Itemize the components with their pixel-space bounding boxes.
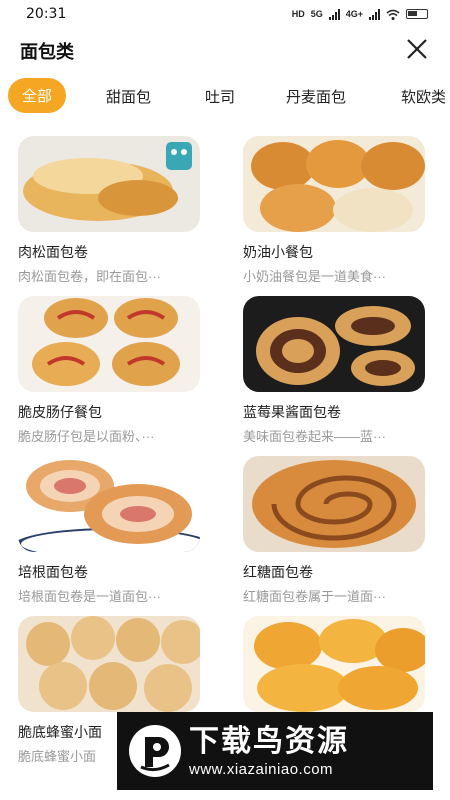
status-icons: HD 5G 4G+ bbox=[291, 8, 428, 20]
bird-logo-icon bbox=[129, 725, 181, 777]
recipe-card[interactable] bbox=[243, 616, 425, 712]
recipe-image bbox=[18, 456, 200, 552]
recipe-image bbox=[18, 616, 200, 712]
recipe-image bbox=[243, 616, 425, 712]
recipe-desc: 小奶油餐包是一道美食··· bbox=[243, 269, 386, 284]
recipe-title: 蓝莓果酱面包卷 bbox=[243, 404, 341, 420]
recipe-title: 红糖面包卷 bbox=[243, 564, 313, 580]
tab-sweet-bread[interactable]: 甜面包 bbox=[106, 86, 151, 107]
recipe-title: 培根面包卷 bbox=[18, 564, 88, 580]
5g-indicator: 5G bbox=[310, 9, 323, 19]
recipe-desc: 肉松面包卷，即在面包··· bbox=[18, 269, 161, 284]
status-time: 20:31 bbox=[26, 6, 67, 22]
tab-danish[interactable]: 丹麦面包 bbox=[286, 86, 346, 107]
close-icon[interactable] bbox=[404, 36, 430, 62]
signal-icon bbox=[328, 8, 340, 20]
category-tabs: 全部 甜面包 吐司 丹麦面包 软欧类 bbox=[0, 76, 450, 114]
watermark-banner: 下载鸟资源 www.xiazainiao.com bbox=[117, 712, 433, 790]
recipe-title: 奶油小餐包 bbox=[243, 244, 313, 260]
recipe-image bbox=[243, 136, 425, 232]
status-bar: 20:31 HD 5G 4G+ bbox=[0, 0, 450, 28]
recipe-desc: 脆皮肠仔包是以面粉、··· bbox=[18, 429, 155, 444]
recipe-image bbox=[243, 456, 425, 552]
recipe-card[interactable]: 红糖面包卷 红糖面包卷属于一道面··· bbox=[243, 456, 425, 605]
recipe-image bbox=[243, 296, 425, 392]
recipe-card[interactable]: 肉松面包卷 肉松面包卷，即在面包··· bbox=[18, 136, 200, 285]
watermark-url: www.xiazainiao.com bbox=[189, 760, 334, 778]
battery-icon bbox=[406, 9, 428, 19]
recipe-title: 肉松面包卷 bbox=[18, 244, 88, 260]
recipe-image bbox=[18, 296, 200, 392]
recipe-desc: 培根面包卷是一道面包··· bbox=[18, 589, 161, 604]
header: 面包类 bbox=[0, 28, 450, 72]
wifi-icon bbox=[386, 9, 400, 20]
tab-soft-european[interactable]: 软欧类 bbox=[401, 86, 446, 107]
signal-icon-2 bbox=[369, 8, 380, 20]
watermark-brand: 下载鸟资源 bbox=[189, 724, 349, 758]
hd-indicator: HD bbox=[291, 9, 305, 19]
tab-toast[interactable]: 吐司 bbox=[205, 86, 235, 107]
tab-all[interactable]: 全部 bbox=[8, 78, 67, 113]
recipe-card[interactable]: 脆皮肠仔餐包 脆皮肠仔包是以面粉、··· bbox=[18, 296, 200, 445]
recipe-desc: 美味面包卷起来——蓝··· bbox=[243, 429, 386, 444]
recipe-title: 脆皮肠仔餐包 bbox=[18, 404, 102, 420]
page-title: 面包类 bbox=[20, 42, 74, 62]
recipe-desc: 红糖面包卷属于一道面··· bbox=[243, 589, 386, 604]
recipe-card[interactable]: 培根面包卷 培根面包卷是一道面包··· bbox=[18, 456, 200, 605]
recipe-image bbox=[18, 136, 200, 232]
4g-indicator: 4G+ bbox=[345, 9, 363, 19]
recipe-card[interactable]: 蓝莓果酱面包卷 美味面包卷起来——蓝··· bbox=[243, 296, 425, 445]
recipe-card[interactable]: 奶油小餐包 小奶油餐包是一道美食··· bbox=[243, 136, 425, 285]
